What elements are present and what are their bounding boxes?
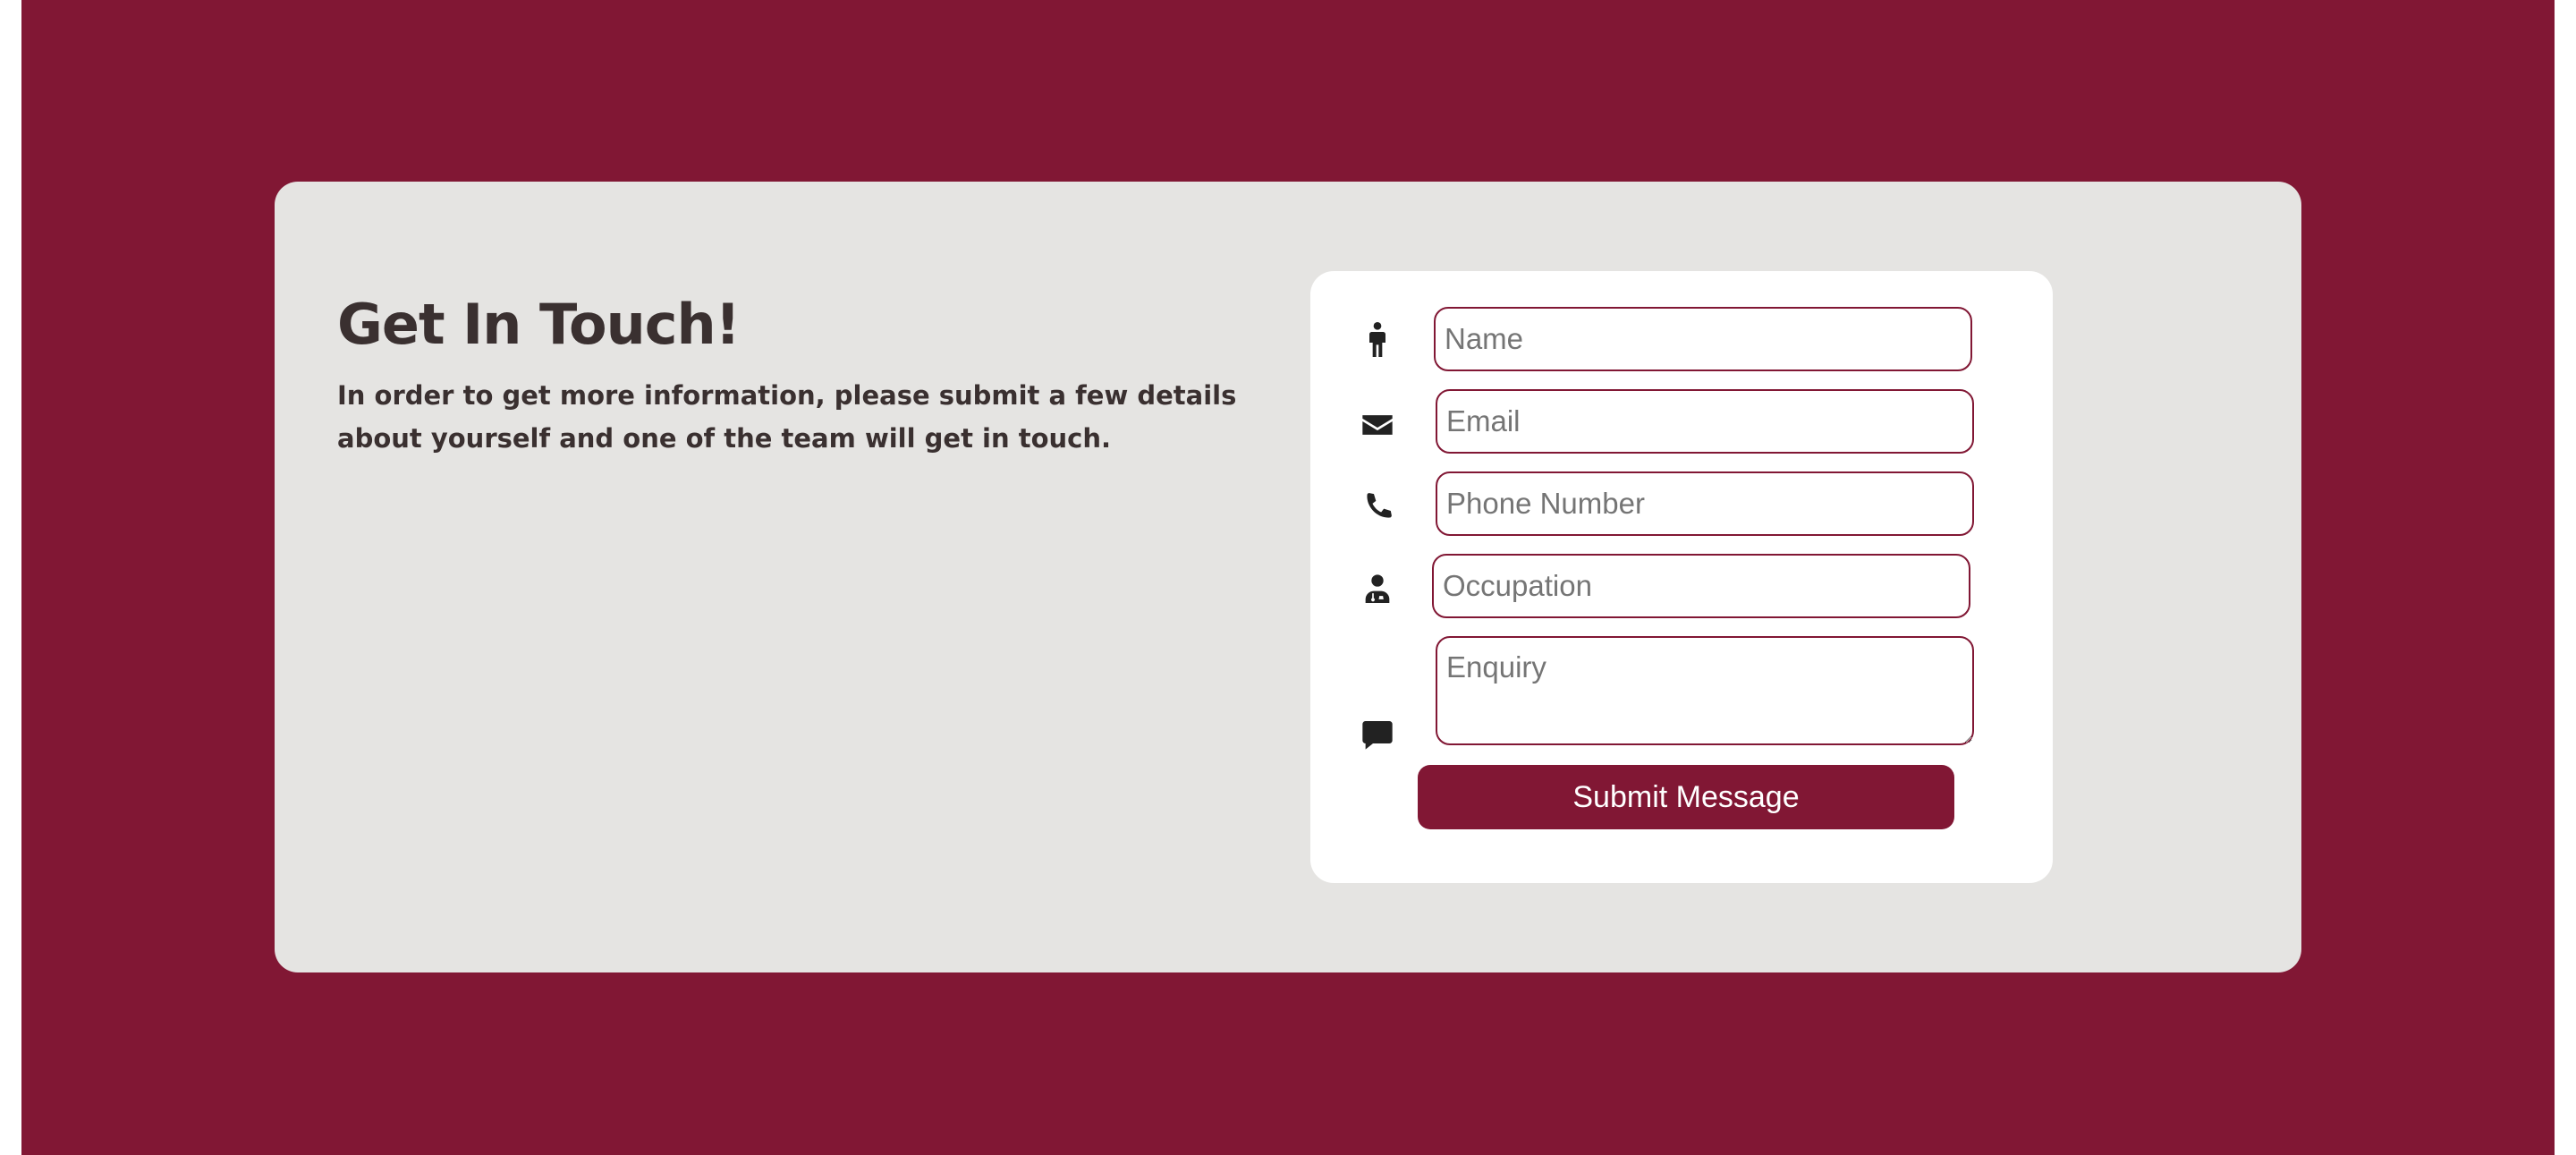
phone-icon [1360,489,1395,525]
contact-form: Submit Message [1310,271,2053,883]
message-icon [1360,717,1395,752]
intro-section: Get In Touch! In order to get more infor… [337,285,1285,460]
intro-text: In order to get more information, please… [337,380,1237,454]
page-background: Get In Touch! In order to get more infor… [21,0,2555,1155]
person-icon [1360,321,1395,357]
enquiry-textarea[interactable] [1436,636,1974,745]
submit-button[interactable]: Submit Message [1418,765,1954,829]
doctor-icon [1360,572,1395,607]
name-input[interactable] [1434,307,1972,371]
contact-card: Get In Touch! In order to get more infor… [275,182,2301,972]
occupation-input[interactable] [1432,554,1970,618]
envelope-icon [1360,407,1395,443]
page-title: Get In Touch! [337,292,741,357]
phone-input[interactable] [1436,471,1974,536]
email-input[interactable] [1436,389,1974,454]
